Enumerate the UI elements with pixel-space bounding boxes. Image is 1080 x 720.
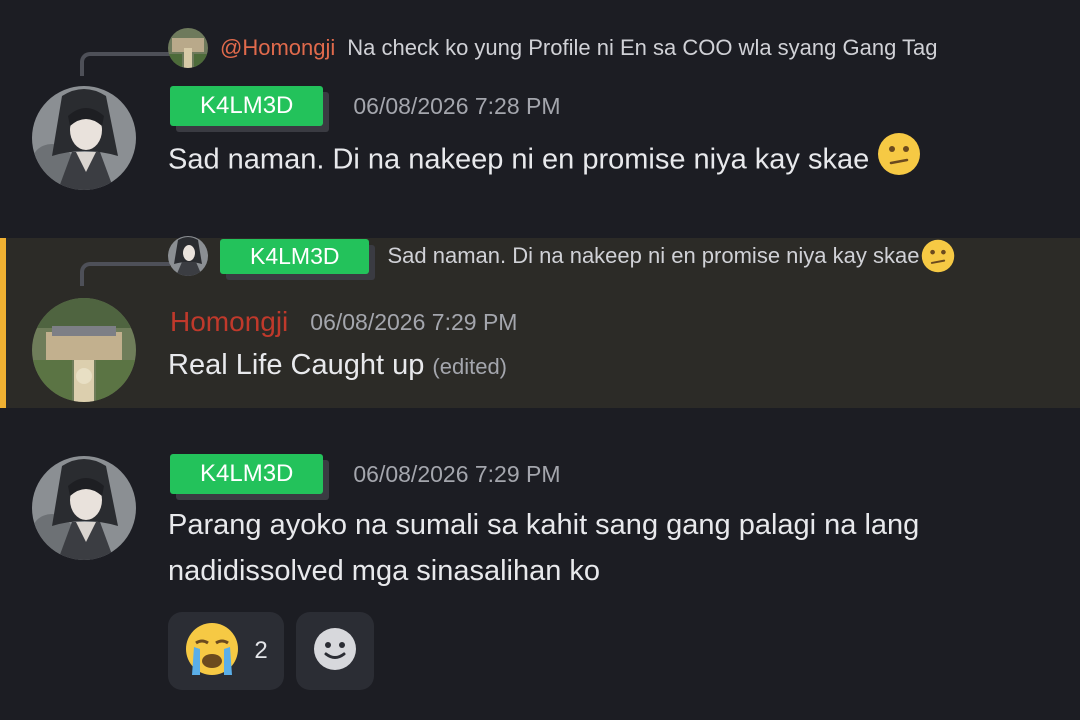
edited-label: (edited) <box>432 354 507 379</box>
timestamp: 06/08/2026 7:29 PM <box>353 460 561 487</box>
add-reaction-icon <box>313 627 357 676</box>
reaction-count: 2 <box>254 637 268 664</box>
message-content: Sad naman. Di na nakeep ni en promise ni… <box>168 132 921 190</box>
confused-face-icon <box>921 239 955 273</box>
timestamp: 06/08/2026 7:28 PM <box>353 92 561 119</box>
reply-text[interactable]: Sad naman. Di na nakeep ni en promise ni… <box>387 243 919 269</box>
reply-preview[interactable]: K4LM3D Sad naman. Di na nakeep ni en pro… <box>168 236 955 276</box>
add-reaction-button[interactable] <box>296 612 374 690</box>
reply-connector <box>80 262 170 286</box>
message-content: Real Life Caught up (edited) <box>168 349 507 381</box>
author-tag[interactable]: K4LM3D <box>170 454 324 494</box>
author-tag[interactable]: K4LM3D <box>170 86 324 126</box>
reply-author-tag[interactable]: K4LM3D <box>220 238 370 274</box>
message-content: Parang ayoko na sumali sa kahit sang gan… <box>168 509 920 587</box>
confused-face-icon <box>877 132 921 190</box>
crying-face-icon <box>184 621 240 682</box>
avatar-k4lm3d[interactable] <box>32 86 136 190</box>
reply-avatar[interactable] <box>168 28 208 68</box>
reply-avatar[interactable] <box>168 236 208 276</box>
timestamp: 06/08/2026 7:29 PM <box>310 308 518 335</box>
reply-text[interactable]: Na check ko yung Profile ni En sa COO wl… <box>347 35 937 61</box>
reply-preview[interactable]: @Homongji Na check ko yung Profile ni En… <box>168 28 938 68</box>
reaction-crying[interactable]: 2 <box>168 612 284 690</box>
avatar-k4lm3d[interactable] <box>32 456 136 560</box>
reply-connector <box>80 52 170 76</box>
avatar-homongji[interactable] <box>32 298 136 402</box>
author-name[interactable]: Homongji <box>170 306 288 338</box>
reply-mention[interactable]: @Homongji <box>220 35 335 61</box>
